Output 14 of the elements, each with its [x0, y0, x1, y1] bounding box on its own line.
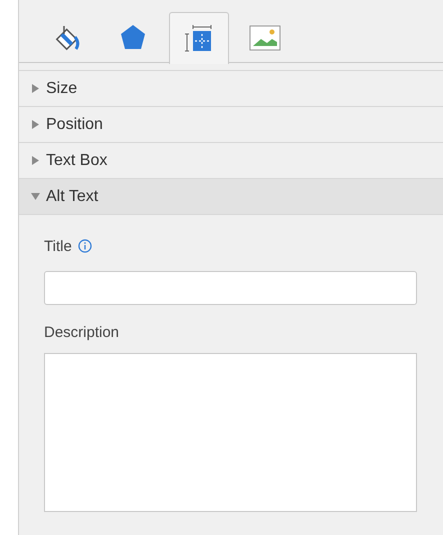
section-header[interactable]: Alt Text — [19, 179, 443, 215]
field-label: Title — [44, 238, 72, 254]
triangle-right-icon — [31, 120, 40, 129]
triangle-right-icon — [31, 84, 40, 93]
description-field[interactable] — [44, 353, 417, 512]
tab[interactable] — [169, 12, 229, 64]
triangle-down-icon — [31, 192, 40, 201]
info-icon[interactable] — [78, 239, 92, 253]
layout-icon — [184, 24, 214, 52]
pentagon-icon — [120, 24, 146, 52]
field-label: Description — [44, 324, 120, 340]
triangle-right-icon — [31, 156, 40, 165]
picture-icon — [249, 25, 281, 51]
title-field[interactable] — [44, 271, 417, 305]
